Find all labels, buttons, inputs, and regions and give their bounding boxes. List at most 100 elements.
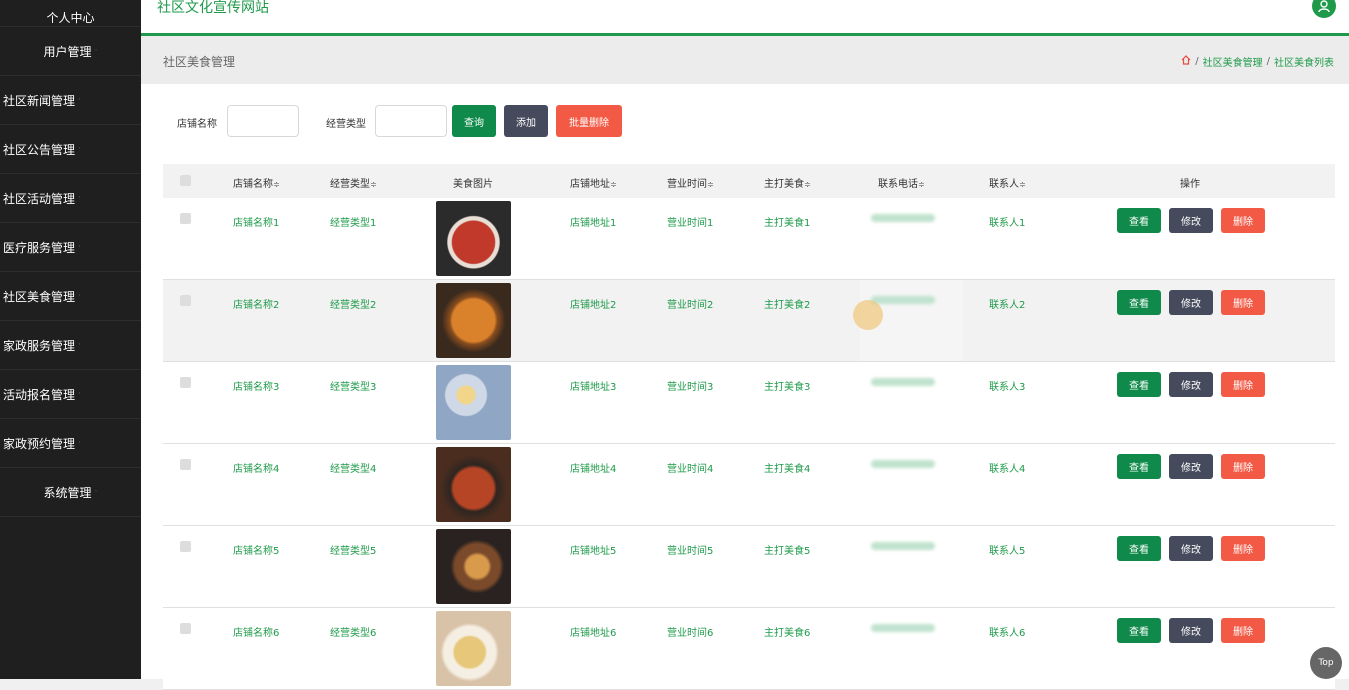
row-checkbox[interactable] <box>180 377 191 388</box>
batch-delete-button[interactable]: 批量删除 <box>556 105 622 137</box>
header-phone[interactable]: 联系电话≑ <box>878 175 925 190</box>
bullet-icon: · <box>78 144 81 154</box>
delete-button[interactable]: 删除 <box>1221 290 1265 315</box>
sidebar-item-personal-center[interactable]: 个人中心 <box>0 0 141 27</box>
bullet-icon: · <box>78 242 81 252</box>
cursor-highlight <box>853 300 883 330</box>
breadcrumb: / 社区美食管理 / 社区美食列表 <box>1181 54 1334 69</box>
cell-address: 店铺地址1 <box>570 218 617 229</box>
row-checkbox[interactable] <box>180 213 191 224</box>
edit-button[interactable]: 修改 <box>1169 618 1213 643</box>
edit-button[interactable]: 修改 <box>1169 454 1213 479</box>
phone-cell <box>860 362 963 443</box>
row-checkbox[interactable] <box>180 459 191 470</box>
bullet-icon: · <box>78 291 81 301</box>
header-address[interactable]: 店铺地址≑ <box>570 175 617 190</box>
sidebar-item-label: 系统管理 <box>43 485 92 500</box>
row-checkbox[interactable] <box>180 541 191 552</box>
sidebar-item-label: 个人中心 <box>46 11 95 25</box>
view-button[interactable]: 查看 <box>1117 618 1161 643</box>
sidebar-item-medical[interactable]: 医疗服务管理 · <box>0 223 141 272</box>
sidebar-item-news[interactable]: 社区新闻管理 · <box>0 76 141 125</box>
bullet-icon: · <box>78 389 81 399</box>
sidebar-item-activity[interactable]: 社区活动管理 · <box>0 174 141 223</box>
view-button[interactable]: 查看 <box>1117 372 1161 397</box>
blurred-phone <box>871 214 935 222</box>
main-content: 店铺名称 经营类型 查询 添加 批量删除 店铺名称≑ 经营类型≑ 美食图片 店铺… <box>141 84 1349 690</box>
bullet-icon: · <box>94 487 98 497</box>
food-table: 店铺名称≑ 经营类型≑ 美食图片 店铺地址≑ 营业时间≑ 主打美食≑ 联系电话≑… <box>163 164 1335 690</box>
header-contact[interactable]: 联系人≑ <box>989 175 1026 190</box>
view-button[interactable]: 查看 <box>1117 454 1161 479</box>
header-actions: 操作 <box>1180 179 1200 190</box>
food-image[interactable] <box>436 283 511 358</box>
cell-contact: 联系人3 <box>989 382 1026 393</box>
sidebar-item-label: 社区公告管理 <box>3 142 76 157</box>
sidebar-item-label: 医疗服务管理 <box>3 240 76 255</box>
delete-button[interactable]: 删除 <box>1221 618 1265 643</box>
select-all-checkbox[interactable] <box>180 175 191 186</box>
bullet-icon: · <box>78 95 81 105</box>
row-checkbox[interactable] <box>180 623 191 634</box>
shop-name-input[interactable] <box>227 105 299 137</box>
header-business-type[interactable]: 经营类型≑ <box>330 175 377 190</box>
back-to-top-button[interactable]: Top <box>1310 647 1342 679</box>
view-button[interactable]: 查看 <box>1117 536 1161 561</box>
row-checkbox[interactable] <box>180 295 191 306</box>
delete-button[interactable]: 删除 <box>1221 372 1265 397</box>
business-type-input[interactable] <box>375 105 447 137</box>
sort-icon: ≑ <box>370 180 377 189</box>
sidebar-item-system[interactable]: 系统管理 · <box>0 468 141 517</box>
header-shop-name[interactable]: 店铺名称≑ <box>233 175 280 190</box>
table-row: 店铺名称5 经营类型5 店铺地址5 营业时间5 主打美食5 联系人5 查看 修改… <box>163 526 1335 608</box>
query-button[interactable]: 查询 <box>452 105 496 137</box>
edit-button[interactable]: 修改 <box>1169 208 1213 233</box>
food-image[interactable] <box>436 611 511 686</box>
sidebar-item-food[interactable]: 社区美食管理 · <box>0 272 141 321</box>
sidebar-item-label: 社区新闻管理 <box>3 93 76 108</box>
delete-button[interactable]: 删除 <box>1221 208 1265 233</box>
blurred-phone <box>871 624 935 632</box>
view-button[interactable]: 查看 <box>1117 208 1161 233</box>
cell-hours: 营业时间6 <box>667 628 714 639</box>
sidebar-item-notice[interactable]: 社区公告管理 · <box>0 125 141 174</box>
cell-signature-dish: 主打美食5 <box>764 546 811 557</box>
sort-icon: ≑ <box>273 180 280 189</box>
cell-shop-name: 店铺名称5 <box>233 546 280 557</box>
table-row: 店铺名称6 经营类型6 店铺地址6 营业时间6 主打美食6 联系人6 查看 修改… <box>163 608 1335 690</box>
home-icon[interactable] <box>1181 55 1191 68</box>
food-image[interactable] <box>436 201 511 276</box>
delete-button[interactable]: 删除 <box>1221 536 1265 561</box>
header-signature-dish[interactable]: 主打美食≑ <box>764 175 811 190</box>
header-hours[interactable]: 营业时间≑ <box>667 175 714 190</box>
user-icon[interactable] <box>1312 0 1336 18</box>
cell-shop-name: 店铺名称2 <box>233 300 280 311</box>
edit-button[interactable]: 修改 <box>1169 372 1213 397</box>
cell-hours: 营业时间5 <box>667 546 714 557</box>
add-button[interactable]: 添加 <box>504 105 548 137</box>
breadcrumb-link-food-management[interactable]: 社区美食管理 <box>1203 54 1263 69</box>
food-image[interactable] <box>436 365 511 440</box>
view-button[interactable]: 查看 <box>1117 290 1161 315</box>
cell-hours: 营业时间3 <box>667 382 714 393</box>
table-header: 店铺名称≑ 经营类型≑ 美食图片 店铺地址≑ 营业时间≑ 主打美食≑ 联系电话≑… <box>163 164 1335 198</box>
sidebar-item-label: 活动报名管理 <box>3 387 76 402</box>
header-food-image: 美食图片 <box>453 179 493 190</box>
edit-button[interactable]: 修改 <box>1169 290 1213 315</box>
cell-signature-dish: 主打美食2 <box>764 300 811 311</box>
edit-button[interactable]: 修改 <box>1169 536 1213 561</box>
cell-contact: 联系人1 <box>989 218 1026 229</box>
cell-shop-name: 店铺名称6 <box>233 628 280 639</box>
sidebar-item-user-management[interactable]: 用户管理 · <box>0 27 141 76</box>
sidebar-item-housekeeping[interactable]: 家政服务管理 · <box>0 321 141 370</box>
food-image[interactable] <box>436 529 511 604</box>
table-row: 店铺名称2 经营类型2 店铺地址2 营业时间2 主打美食2 联系人2 查看 修改… <box>163 280 1335 362</box>
food-image[interactable] <box>436 447 511 522</box>
cell-business-type: 经营类型3 <box>330 382 377 393</box>
cell-shop-name: 店铺名称3 <box>233 382 280 393</box>
cell-hours: 营业时间4 <box>667 464 714 475</box>
delete-button[interactable]: 删除 <box>1221 454 1265 479</box>
cell-business-type: 经营类型5 <box>330 546 377 557</box>
sidebar-item-registration[interactable]: 活动报名管理 · <box>0 370 141 419</box>
sidebar-item-booking[interactable]: 家政预约管理 · <box>0 419 141 468</box>
